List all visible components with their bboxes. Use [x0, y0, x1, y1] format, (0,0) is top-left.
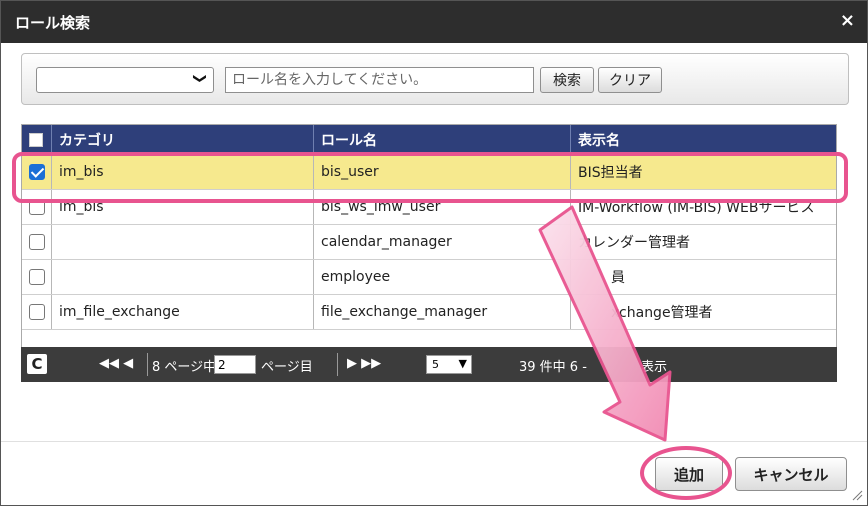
next-last-page-buttons[interactable]: ▶ ▶▶	[347, 356, 381, 371]
resize-handle-icon[interactable]	[851, 489, 863, 501]
table-row[interactable]: calendar_manager カレンダー管理者	[22, 225, 836, 260]
pager-bar: C ◀◀ ◀ 8 ページ中 ページ目 ▶ ▶▶ 5 ▼ 39 件中 6 - 表示	[21, 347, 837, 382]
summary-suffix: 表示	[641, 360, 668, 375]
cell-display-name: カレンダー管理者	[578, 235, 690, 251]
total-pages-label: 8 ページ中	[152, 360, 217, 375]
select-all-checkbox[interactable]	[29, 133, 43, 147]
dialog-titlebar: ロール検索 ×	[1, 1, 867, 43]
refresh-icon[interactable]: C	[27, 354, 47, 374]
cell-role-name: file_exchange_manager	[314, 295, 571, 329]
row-checkbox[interactable]	[29, 234, 45, 250]
cell-display-name: xchange管理者	[611, 305, 713, 321]
grid-header: カテゴリ ロール名 表示名	[22, 125, 836, 155]
category-select[interactable]: ❯	[36, 67, 214, 93]
cell-category: im_file_exchange	[52, 295, 314, 329]
separator	[337, 353, 338, 376]
first-prev-page-buttons[interactable]: ◀◀ ◀	[99, 356, 133, 371]
table-row[interactable]: im_file_exchange file_exchange_manager x…	[22, 295, 836, 330]
page-number-input[interactable]	[214, 355, 256, 374]
role-name-search-input[interactable]	[225, 67, 534, 93]
cell-display-name: 員	[611, 270, 625, 286]
close-icon[interactable]: ×	[840, 10, 855, 31]
row-checkbox-cell	[22, 295, 52, 329]
search-bar: ❯ 検索 クリア	[21, 53, 849, 105]
row-checkbox[interactable]	[29, 269, 45, 285]
selected-row-highlight	[12, 152, 848, 203]
footer-divider	[1, 441, 867, 442]
column-header-role-name[interactable]: ロール名	[314, 125, 571, 155]
cell-role-name: employee	[314, 260, 571, 294]
separator	[147, 353, 148, 376]
row-checkbox[interactable]	[29, 304, 45, 320]
role-search-dialog: ロール検索 × ❯ 検索 クリア カテゴリ ロール名 表示名 im_bis bi…	[0, 0, 868, 506]
cancel-button[interactable]: キャンセル	[735, 457, 847, 491]
cell-category	[52, 260, 314, 294]
column-header-category[interactable]: カテゴリ	[52, 125, 314, 155]
page-size-select[interactable]: 5 ▼	[426, 355, 472, 374]
clear-button[interactable]: クリア	[598, 67, 662, 93]
dialog-title: ロール検索	[15, 14, 91, 32]
table-row[interactable]: employee 員	[22, 260, 836, 295]
chevron-down-icon: ▼	[458, 357, 467, 370]
row-checkbox-cell	[22, 260, 52, 294]
header-select-all[interactable]	[22, 125, 52, 155]
row-checkbox-cell	[22, 225, 52, 259]
search-button[interactable]: 検索	[540, 67, 594, 93]
page-size-value: 5	[432, 358, 439, 371]
page-suffix-label: ページ目	[261, 360, 313, 375]
add-button-highlight	[640, 446, 732, 500]
cell-role-name: calendar_manager	[314, 225, 571, 259]
column-header-display-name[interactable]: 表示名	[571, 125, 836, 155]
summary-prefix: 39 件中 6 -	[519, 360, 587, 375]
chevron-down-icon: ❯	[192, 73, 208, 84]
cell-category	[52, 225, 314, 259]
